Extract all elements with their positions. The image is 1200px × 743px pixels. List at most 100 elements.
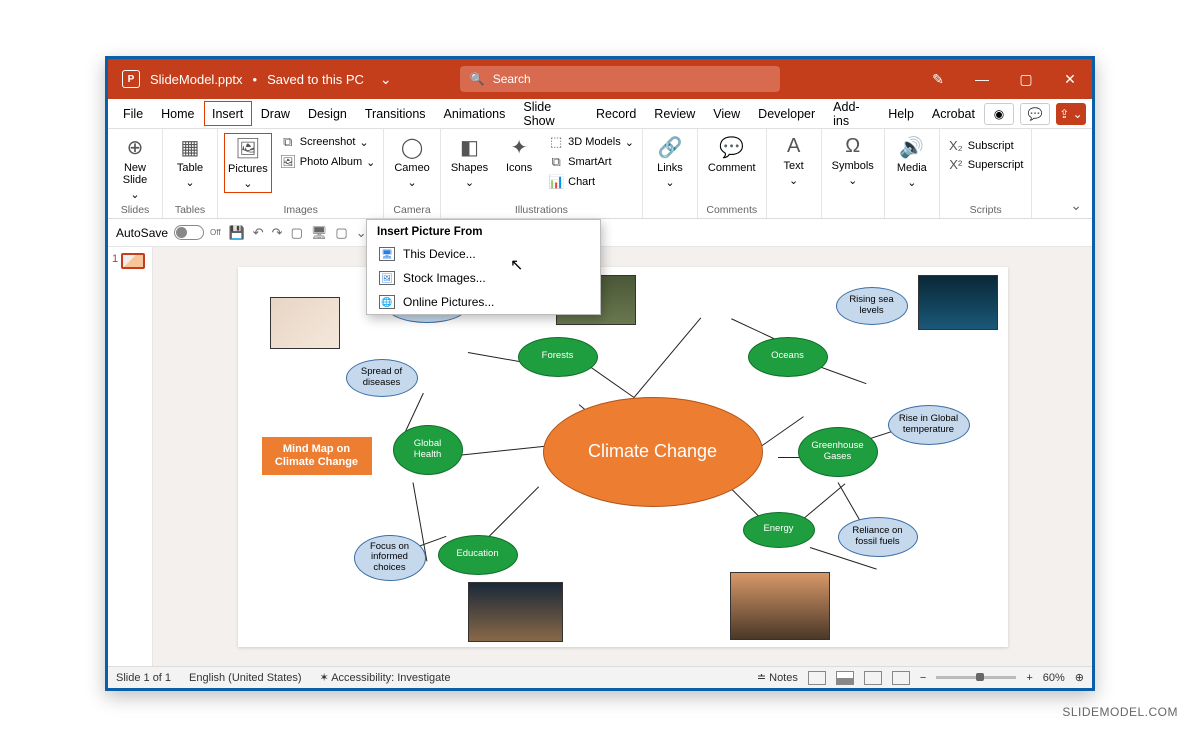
3d-models-button[interactable]: ⬚3D Models ⌄ — [546, 133, 636, 151]
slide-image-books[interactable] — [468, 582, 563, 642]
menu-slide-show[interactable]: Slide Show — [514, 94, 587, 134]
node-greenhouse[interactable]: Greenhouse Gases — [798, 427, 878, 477]
menu-draw[interactable]: Draw — [252, 101, 299, 127]
maximize-button[interactable]: ▢ — [1004, 59, 1048, 99]
group-symbols: ΩSymbols⌄ — [822, 129, 885, 218]
group-label: Slides — [114, 204, 156, 216]
menu-developer[interactable]: Developer — [749, 101, 824, 127]
comment-button[interactable]: 💬Comment — [704, 133, 760, 176]
qat-more-icon[interactable]: ⌄ — [356, 225, 367, 241]
undo-icon[interactable]: ↶ — [253, 225, 264, 241]
toggle-icon — [174, 225, 204, 240]
cameo-button[interactable]: ◯Cameo⌄ — [390, 133, 433, 191]
title-bar: P SlideModel.pptx • Saved to this PC ⌄ 🔍… — [108, 59, 1092, 99]
group-text: AText⌄ — [767, 129, 822, 218]
save-status: Saved to this PC — [267, 72, 364, 87]
slide-image-smoke[interactable] — [730, 572, 830, 640]
pictures-button[interactable]: 🖼Pictures⌄ — [224, 133, 272, 193]
icons-button[interactable]: ✦Icons — [498, 133, 540, 176]
screenshot-button[interactable]: ⧉Screenshot ⌄ — [278, 133, 378, 151]
group-images: 🖼Pictures⌄ ⧉Screenshot ⌄ 🖼Photo Album ⌄ … — [218, 129, 384, 218]
node-education[interactable]: Education — [438, 535, 518, 575]
menu-home[interactable]: Home — [152, 101, 203, 127]
status-accessibility[interactable]: ✶ Accessibility: Investigate — [320, 671, 451, 684]
group-slides: ⊕New Slide⌄ Slides — [108, 129, 163, 218]
dropdown-online-pictures[interactable]: 🌐Online Pictures... — [367, 290, 600, 314]
autosave-toggle[interactable]: AutoSave Off — [116, 225, 221, 240]
fit-window-icon[interactable]: ⊕ — [1075, 671, 1084, 684]
shapes-button[interactable]: ◧Shapes⌄ — [447, 133, 492, 191]
smartart-button[interactable]: ⧉SmartArt — [546, 153, 636, 171]
node-center[interactable]: Climate Change — [543, 397, 763, 507]
normal-view-icon[interactable] — [808, 671, 826, 685]
share-button[interactable]: ⇪ ⌄ — [1056, 103, 1086, 125]
menu-help[interactable]: Help — [879, 101, 923, 127]
node-oceans[interactable]: Oceans — [748, 337, 828, 377]
node-health[interactable]: Global Health — [393, 425, 463, 475]
subscript-button[interactable]: X₂Subscript — [946, 137, 1026, 154]
zoom-slider[interactable] — [936, 676, 1016, 679]
chart-button[interactable]: 📊Chart — [546, 173, 636, 191]
close-button[interactable]: ✕ — [1048, 59, 1092, 99]
node-energy[interactable]: Energy — [743, 512, 815, 548]
menu-insert[interactable]: Insert — [204, 101, 252, 126]
menu-review[interactable]: Review — [645, 101, 704, 127]
slide-thumbnail[interactable]: 1 — [112, 253, 148, 269]
links-button[interactable]: 🔗Links⌄ — [649, 133, 691, 191]
menu-transitions[interactable]: Transitions — [356, 101, 435, 127]
menu-file[interactable]: File — [114, 101, 152, 127]
minimize-button[interactable]: — — [960, 59, 1004, 99]
reading-view-icon[interactable] — [864, 671, 882, 685]
media-button[interactable]: 🔊Media⌄ — [891, 133, 933, 191]
qat-icon-1[interactable]: ▢ — [291, 225, 303, 241]
node-spread[interactable]: Spread of diseases — [346, 359, 418, 397]
ribbon-collapse-button[interactable]: ⌄ — [1060, 129, 1092, 218]
photo-album-button[interactable]: 🖼Photo Album ⌄ — [278, 153, 378, 171]
menu-addins[interactable]: Add-ins — [824, 94, 879, 134]
comments-pane-icon[interactable]: 💬 — [1020, 103, 1050, 125]
online-icon: 🌐 — [379, 295, 395, 309]
node-forests[interactable]: Forests — [518, 337, 598, 377]
sorter-view-icon[interactable] — [836, 671, 854, 685]
menu-acrobat[interactable]: Acrobat — [923, 101, 984, 127]
slide-image-ocean[interactable] — [918, 275, 998, 330]
node-rising-sea[interactable]: Rising sea levels — [836, 287, 908, 325]
menu-view[interactable]: View — [704, 101, 749, 127]
node-focus[interactable]: Focus on informed choices — [354, 535, 426, 581]
symbols-button[interactable]: ΩSymbols⌄ — [828, 133, 878, 189]
dropdown-stock-images[interactable]: 🖼Stock Images... — [367, 266, 600, 290]
menu-animations[interactable]: Animations — [435, 101, 515, 127]
table-button[interactable]: ▦Table⌄ — [169, 133, 211, 191]
app-window: P SlideModel.pptx • Saved to this PC ⌄ 🔍… — [105, 56, 1095, 691]
menu-design[interactable]: Design — [299, 101, 356, 127]
dropdown-this-device[interactable]: 🖥This Device... — [367, 242, 600, 266]
qat-icon-3[interactable]: ▢ — [335, 225, 347, 241]
slideshow-view-icon[interactable] — [892, 671, 910, 685]
notes-button[interactable]: ≐ Notes — [757, 671, 798, 684]
zoom-level[interactable]: 60% — [1043, 672, 1065, 684]
text-button[interactable]: AText⌄ — [773, 133, 815, 189]
save-dropdown-icon[interactable]: ⌄ — [380, 71, 392, 88]
record-presentation-icon[interactable]: ◉ — [984, 103, 1014, 125]
zoom-out-button[interactable]: − — [920, 672, 926, 684]
save-icon[interactable]: 💾 — [229, 225, 245, 241]
thumbnail-pane[interactable]: 1 — [108, 247, 153, 666]
qat-icon-2[interactable]: 🖥 — [311, 225, 328, 241]
chevron-down-icon: ⌄ — [789, 174, 798, 187]
status-language[interactable]: English (United States) — [189, 672, 302, 684]
redo-icon[interactable]: ↷ — [272, 225, 283, 241]
slide-canvas[interactable]: Mind Map on Climate Change Climate Chang… — [238, 267, 1008, 647]
node-reliance[interactable]: Reliance on fossil fuels — [838, 517, 918, 557]
new-slide-button[interactable]: ⊕New Slide⌄ — [114, 133, 156, 203]
slide-image-hands[interactable] — [270, 297, 340, 349]
node-rise-temp[interactable]: Rise in Global temperature — [888, 405, 970, 445]
search-input[interactable]: 🔍 Search — [460, 66, 780, 92]
superscript-button[interactable]: X²Superscript — [946, 156, 1026, 173]
menu-bar: File Home Insert Draw Design Transitions… — [108, 99, 1092, 129]
ribbon: ⊕New Slide⌄ Slides ▦Table⌄ Tables 🖼Pictu… — [108, 129, 1092, 219]
chart-icon: 📊 — [548, 174, 564, 190]
slide-title-badge[interactable]: Mind Map on Climate Change — [262, 437, 372, 475]
pen-icon[interactable]: ✎ — [916, 59, 960, 99]
menu-record[interactable]: Record — [587, 101, 645, 127]
zoom-in-button[interactable]: + — [1026, 672, 1032, 684]
